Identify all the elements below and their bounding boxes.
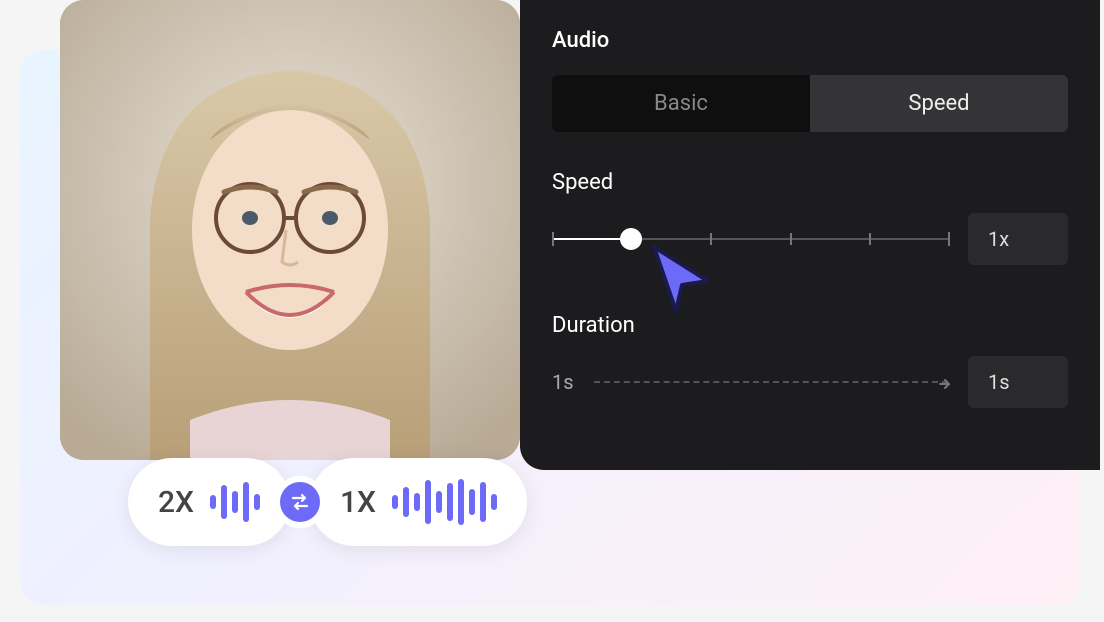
duration-from: 1s [552,370,574,394]
pill-2x: 2X [128,458,290,546]
cursor-icon [648,243,720,315]
waveform-1x-icon [392,479,497,525]
tab-basic[interactable]: Basic [552,75,810,132]
duration-label: Duration [520,313,1100,356]
waveform-2x-icon [210,482,260,522]
swap-icon [274,476,326,528]
speed-slider[interactable] [552,225,948,253]
video-preview[interactable] [60,0,520,460]
panel-title: Audio [520,28,1100,75]
audio-panel: Audio Basic Speed Speed 1x Duration [520,0,1100,470]
speed-label: Speed [520,170,1100,213]
tab-bar: Basic Speed [552,75,1068,132]
pill-1x: 1X [310,458,527,546]
tab-speed[interactable]: Speed [810,75,1068,132]
speed-slider-row: 1x [520,213,1100,265]
speed-value[interactable]: 1x [968,213,1068,265]
duration-row: 1s 1s [520,356,1100,408]
duration-arrow-line [594,381,948,383]
pill-2x-label: 2X [158,485,194,520]
preview-image [60,0,520,460]
arrow-right-icon [938,376,952,395]
speed-compare-pills: 2X 1X [128,458,527,546]
duration-value[interactable]: 1s [968,356,1068,408]
speed-slider-thumb[interactable] [620,228,642,250]
pill-1x-label: 1X [340,485,376,520]
